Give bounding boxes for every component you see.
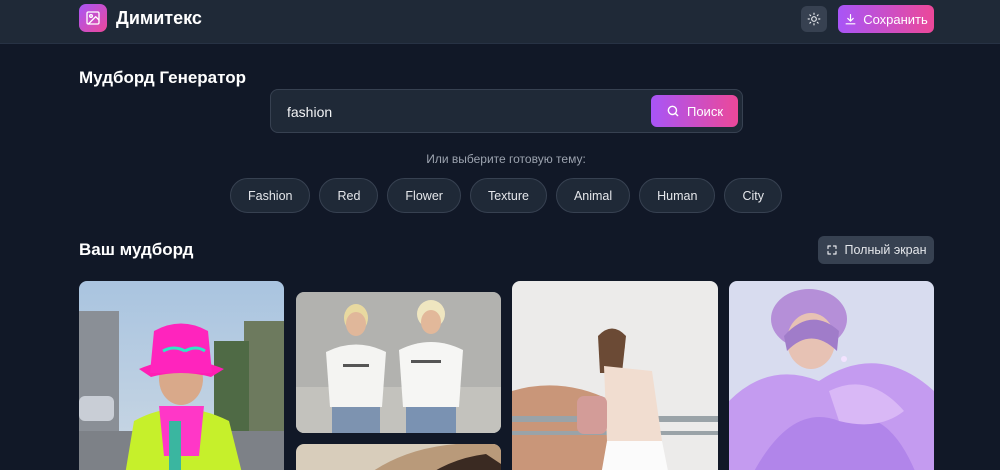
search-input[interactable] [287,101,637,123]
theme-chip-fashion[interactable]: Fashion [230,178,311,213]
search-box: Поиск [270,89,743,133]
fullscreen-button-label: Полный экран [844,243,927,257]
theme-chip-animal[interactable]: Animal [555,178,631,213]
theme-chips: Fashion Red Flower Texture Animal Human … [0,178,1000,213]
theme-chip-red[interactable]: Red [319,178,379,213]
download-icon [845,13,856,24]
photo-street-fashion [79,281,284,470]
photo-lavender-tulle [729,281,934,470]
moodboard-image-4[interactable] [512,281,718,470]
photo-partial [296,444,501,470]
brand-name: Димитекс [116,8,202,28]
theme-toggle-button[interactable] [801,6,827,32]
theme-chip-texture[interactable]: Texture [469,178,547,213]
moodboard-image-2[interactable] [296,292,501,433]
sun-icon [807,12,821,26]
top-bar: Димитекс Сохранить [0,0,1000,44]
theme-hint: Или выберите готовую тему: [426,152,586,166]
search-button-label: Поиск [686,103,724,119]
fullscreen-button[interactable]: Полный экран [818,236,934,264]
logo [79,4,107,32]
theme-chip-city[interactable]: City [724,178,782,213]
generator-title: Мудборд Генератор [79,68,247,87]
moodboard-image-5[interactable] [729,281,934,470]
moodboard-title: Ваш мудборд [79,240,194,259]
photo-two-models-tshirts [296,292,501,433]
moodboard-image-3[interactable] [296,444,501,470]
search-button[interactable]: Поиск [651,95,738,127]
moodboard-image-1[interactable] [79,281,284,470]
photo-woman-backpack [512,281,718,470]
theme-chip-human[interactable]: Human [639,178,716,213]
expand-icon [826,245,837,255]
search-icon [667,105,679,117]
image-icon [86,11,100,25]
theme-chip-flower[interactable]: Flower [387,178,461,213]
save-button-label: Сохранить [863,11,928,27]
save-button[interactable]: Сохранить [838,5,934,33]
